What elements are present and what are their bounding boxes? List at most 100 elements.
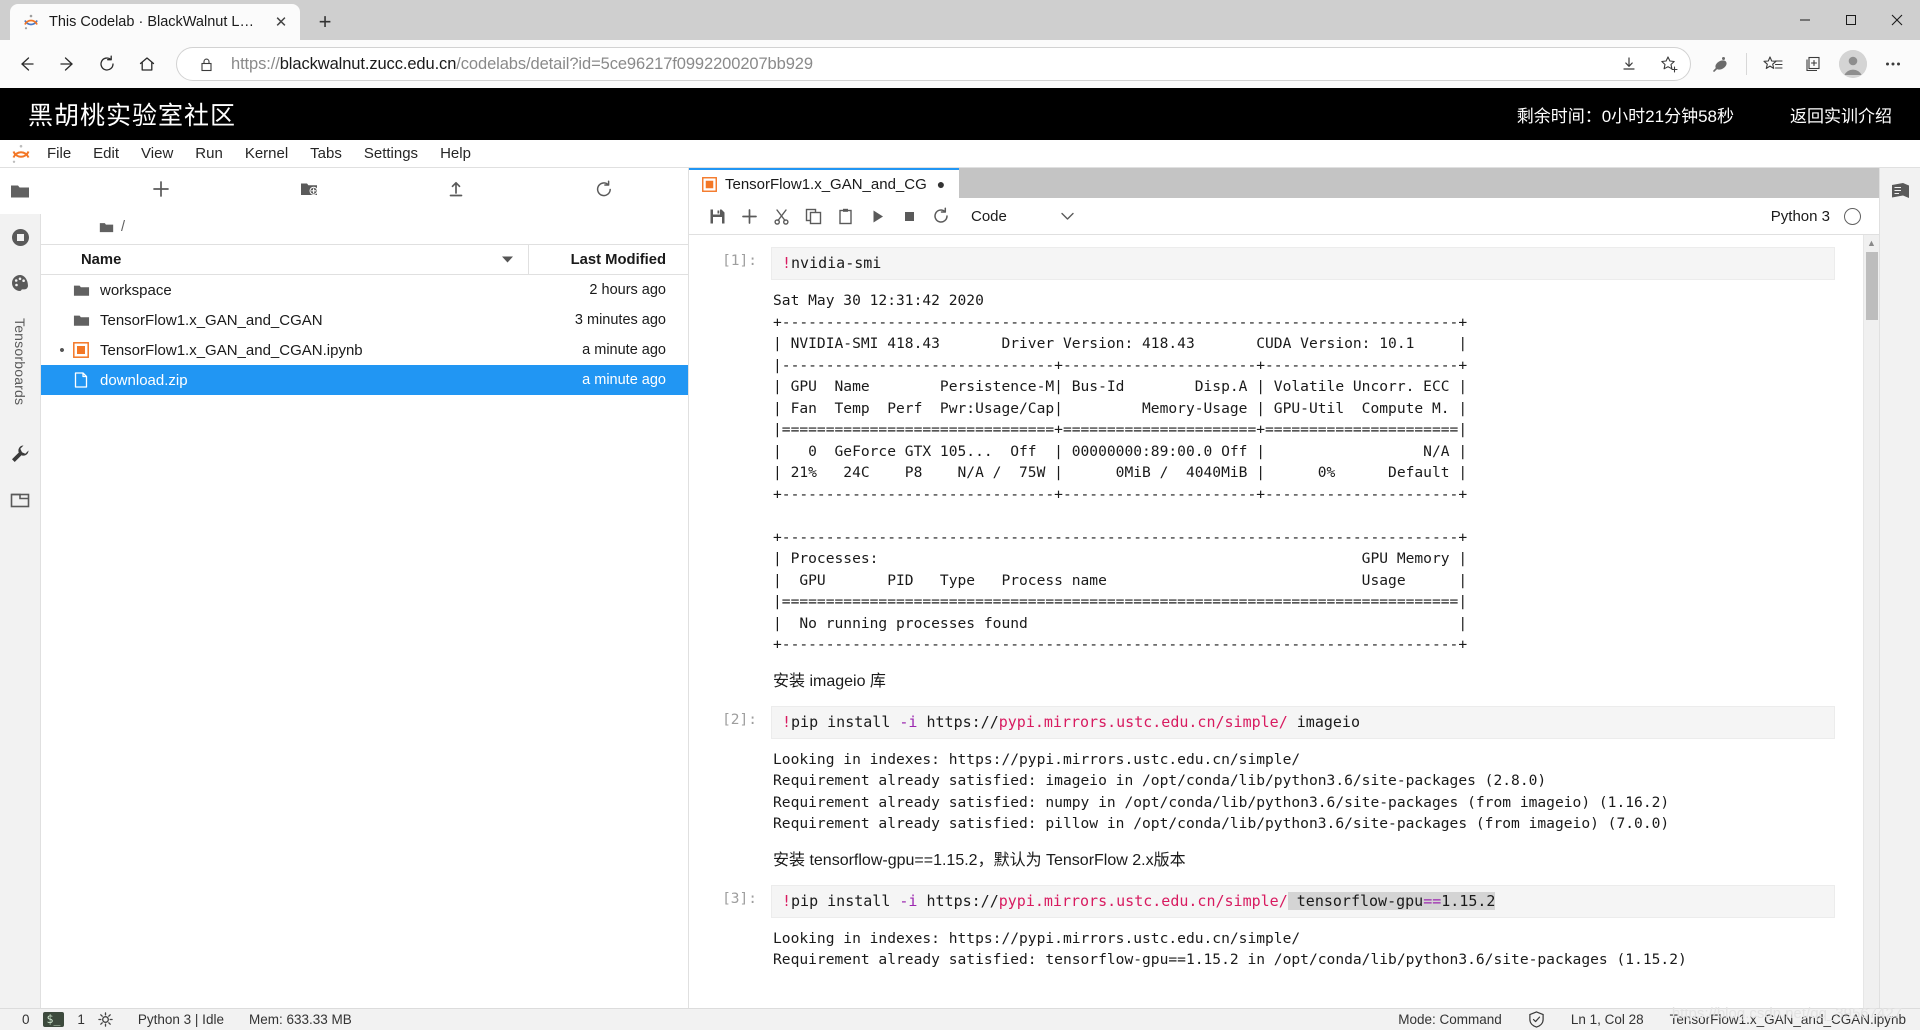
column-header-last-modified[interactable]: Last Modified <box>528 245 688 274</box>
save-icon[interactable] <box>701 201 733 231</box>
collections-radar-icon[interactable] <box>1701 45 1739 83</box>
kernel-count[interactable]: 0 <box>22 1012 30 1027</box>
notebook-cell-1[interactable]: [1]: !nvidia-smi Sat May 30 12:31:42 202… <box>689 247 1863 656</box>
maximize-icon[interactable] <box>1828 0 1874 40</box>
remaining-time-label: 剩余时间：0小时21分钟58秒 <box>1516 106 1734 126</box>
unsaved-indicator[interactable]: ● <box>937 177 945 191</box>
kernel-indicator[interactable]: Python 3 <box>1771 207 1867 225</box>
notebook-cell-markdown-2[interactable]: 安装 tensorflow-gpu==1.15.2，默认为 TensorFlow… <box>689 835 1863 885</box>
more-options-icon[interactable] <box>1874 45 1912 83</box>
breadcrumb[interactable]: / <box>41 210 688 244</box>
stop-icon[interactable] <box>893 201 925 231</box>
menu-file[interactable]: File <box>36 142 82 166</box>
window-controls <box>1782 0 1920 40</box>
menu-kernel[interactable]: Kernel <box>234 142 299 166</box>
menu-help[interactable]: Help <box>429 142 482 166</box>
profile-avatar-icon[interactable] <box>1834 45 1872 83</box>
download-icon[interactable] <box>1614 49 1644 79</box>
file-list-item-tensorflow-folder[interactable]: TensorFlow1.x_GAN_and_CGAN 3 minutes ago <box>41 305 688 335</box>
new-launcher-icon[interactable] <box>87 173 235 205</box>
jupyter-logo-icon <box>6 142 36 166</box>
folder-icon <box>69 282 93 299</box>
restart-icon[interactable] <box>925 201 957 231</box>
notebook-tab[interactable]: TensorFlow1.x_GAN_and_CG ● <box>689 168 960 198</box>
file-list-item-workspace[interactable]: workspace 2 hours ago <box>41 275 688 305</box>
cell-source-command: pip install <box>791 891 900 910</box>
upload-icon[interactable] <box>383 173 531 205</box>
gear-icon[interactable] <box>98 1012 113 1027</box>
back-to-intro-link[interactable]: 返回实训介绍 <box>1790 102 1892 127</box>
sidebar-item-table-of-contents[interactable] <box>1880 168 1920 214</box>
cell-source-version: 1.15.2 <box>1441 891 1496 910</box>
favorites-list-icon[interactable] <box>1754 45 1792 83</box>
collections-icon[interactable] <box>1794 45 1832 83</box>
file-list-header: Name Last Modified <box>41 244 688 275</box>
sidebar-item-tensorboards[interactable]: Tensorboards <box>12 306 28 417</box>
cell-input[interactable]: !nvidia-smi <box>771 247 1835 280</box>
file-name: download.zip <box>100 371 188 389</box>
dock-area: TensorFlow1.x_GAN_and_CG ● Code Python 3… <box>689 168 1879 1008</box>
scrollbar-thumb[interactable] <box>1866 252 1878 320</box>
back-arrow-icon[interactable] <box>8 45 46 83</box>
notebook-cell-2[interactable]: [2]: !pip install -i https://pypi.mirror… <box>689 705 1863 835</box>
browser-tab-title: This Codelab · BlackWalnut Labs. <box>49 14 261 30</box>
jupyterlab-app: File Edit View Run Kernel Tabs Settings … <box>0 140 1920 1008</box>
home-icon[interactable] <box>128 45 166 83</box>
notebook-cell-markdown-1[interactable]: 安装 imageio 库 <box>689 656 1863 706</box>
terminal-icon[interactable]: $_ <box>42 1012 65 1027</box>
chevron-down-icon <box>1061 212 1074 221</box>
sidebar-item-file-browser[interactable] <box>0 168 41 214</box>
file-list-item-notebook[interactable]: • TensorFlow1.x_GAN_and_CGAN.ipynb a min… <box>41 335 688 365</box>
sidebar-item-running-terminals[interactable] <box>0 214 41 260</box>
cell-output: Looking in indexes: https://pypi.mirrors… <box>773 750 1670 833</box>
cell-source-url-scheme: https:// <box>917 891 999 910</box>
refresh-icon[interactable] <box>530 173 678 205</box>
terminal-count[interactable]: 1 <box>77 1012 85 1027</box>
shield-check-icon[interactable] <box>1528 1011 1545 1028</box>
scroll-up-arrow-icon[interactable]: ▲ <box>1864 238 1879 248</box>
toolbar-divider <box>1746 53 1747 75</box>
memory-usage: Mem: 633.33 MB <box>248 1012 352 1027</box>
menu-run[interactable]: Run <box>184 142 234 166</box>
cell-input[interactable]: !pip install -i https://pypi.mirrors.ust… <box>771 884 1835 918</box>
jupyter-favicon <box>22 13 40 31</box>
kernel-state[interactable]: Python 3 | Idle <box>138 1012 224 1027</box>
cut-icon[interactable] <box>765 201 797 231</box>
notebook-tab-bar: TensorFlow1.x_GAN_and_CG ● <box>689 168 1879 198</box>
cell-source-package: imageio <box>1287 712 1360 731</box>
add-favorite-icon[interactable] <box>1654 49 1684 79</box>
menu-edit[interactable]: Edit <box>82 142 130 166</box>
close-icon[interactable]: ✕ <box>270 11 292 33</box>
menu-settings[interactable]: Settings <box>353 142 429 166</box>
new-tab-button[interactable]: + <box>308 5 342 39</box>
sidebar-item-open-tabs[interactable] <box>0 477 41 523</box>
editor-mode[interactable]: Mode: Command <box>1398 1012 1502 1027</box>
sort-caret-icon <box>501 255 514 264</box>
new-folder-icon[interactable] <box>235 173 383 205</box>
sidebar-item-wrench[interactable] <box>0 431 41 477</box>
file-list-item-download-zip[interactable]: download.zip a minute ago <box>41 365 688 395</box>
cursor-position[interactable]: Ln 1, Col 28 <box>1571 1012 1644 1027</box>
address-bar[interactable]: https://blackwalnut.zucc.edu.cn/codelabs… <box>176 47 1691 81</box>
browser-tab[interactable]: This Codelab · BlackWalnut Labs. ✕ <box>10 4 300 40</box>
column-header-name[interactable]: Name <box>81 252 528 268</box>
minimize-icon[interactable] <box>1782 0 1828 40</box>
paste-icon[interactable] <box>829 201 861 231</box>
sidebar-item-extension-manager[interactable] <box>0 260 41 306</box>
cell-body: !nvidia-smi Sat May 30 12:31:42 2020 +--… <box>771 247 1863 656</box>
notebook-cell-3[interactable]: [3]: !pip install -i https://pypi.mirror… <box>689 884 1863 971</box>
lock-icon <box>191 49 221 79</box>
copy-icon[interactable] <box>797 201 829 231</box>
cell-source-bang: ! <box>782 891 792 910</box>
run-icon[interactable] <box>861 201 893 231</box>
menu-view[interactable]: View <box>130 142 184 166</box>
window-close-icon[interactable] <box>1874 0 1920 40</box>
insert-cell-icon[interactable] <box>733 201 765 231</box>
reload-icon[interactable] <box>88 45 126 83</box>
cell-type-dropdown[interactable]: Code <box>971 208 1074 225</box>
cell-input[interactable]: !pip install -i https://pypi.mirrors.ust… <box>771 705 1835 739</box>
forward-arrow-icon[interactable] <box>48 45 86 83</box>
notebook-scrollbar[interactable]: ▲ <box>1863 235 1879 1008</box>
dirty-indicator: • <box>59 341 65 359</box>
menu-tabs[interactable]: Tabs <box>299 142 353 166</box>
